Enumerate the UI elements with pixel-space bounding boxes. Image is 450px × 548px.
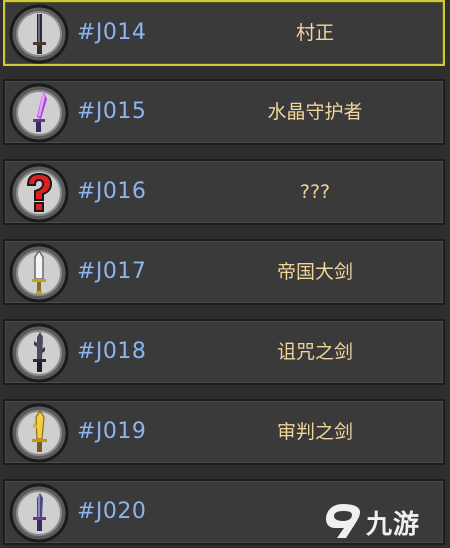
item-code: #J017 <box>77 259 147 284</box>
item-code: #J014 <box>77 20 147 45</box>
list-item-j017[interactable]: #J017 帝国大剑 <box>3 239 445 305</box>
item-name: 帝国大剑 <box>276 261 353 283</box>
list-item-j014[interactable]: #J014 村正 <box>3 0 445 66</box>
dark-blade-icon <box>9 4 69 64</box>
jiuyou-logo-icon <box>326 504 360 538</box>
purple-dagger-icon <box>9 483 69 543</box>
item-code: #J015 <box>77 99 147 124</box>
item-code: #J020 <box>77 499 147 524</box>
item-name: 水晶守护者 <box>267 101 363 123</box>
crystal-sword-icon <box>9 83 69 143</box>
item-name: 诅咒之剑 <box>276 341 353 363</box>
judgment-sword-icon <box>9 403 69 463</box>
imperial-greatsword-icon <box>9 243 69 303</box>
jiuyou-watermark: 九游 <box>322 498 440 542</box>
cursed-sword-icon <box>9 323 69 383</box>
list-item-j018[interactable]: #J018 诅咒之剑 <box>3 319 445 385</box>
item-name: 村正 <box>295 22 334 44</box>
item-code: #J019 <box>77 419 147 444</box>
item-code: #J016 <box>77 179 147 204</box>
watermark-text: 九游 <box>366 510 421 540</box>
list-item-j016[interactable]: #J016 ??? <box>3 159 445 225</box>
item-name: ??? <box>299 181 331 203</box>
weapon-collection-list: #J014 村正 #J015 水晶守护者 #J016 ??? #J017 帝国大… <box>0 0 450 548</box>
item-name: 审判之剑 <box>276 421 353 443</box>
list-item-j019[interactable]: #J019 审判之剑 <box>3 399 445 465</box>
item-code: #J018 <box>77 339 147 364</box>
unknown-question-icon <box>9 163 69 223</box>
list-item-j015[interactable]: #J015 水晶守护者 <box>3 79 445 145</box>
